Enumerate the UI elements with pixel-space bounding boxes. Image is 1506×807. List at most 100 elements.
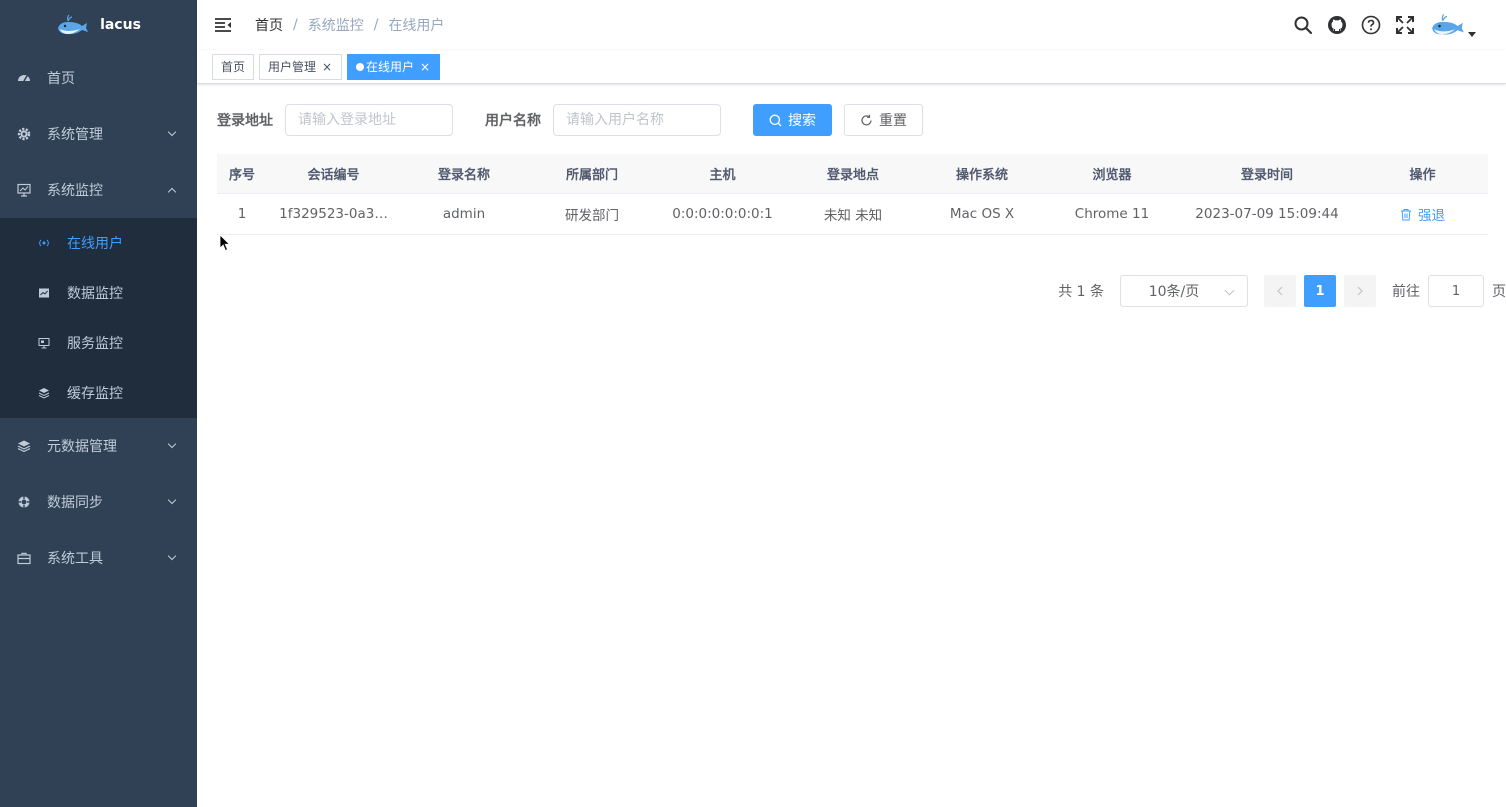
chevron-down-icon <box>167 551 177 561</box>
next-page-button[interactable] <box>1344 275 1376 307</box>
delete-icon <box>1401 208 1411 220</box>
column-header: 会话编号 <box>307 168 360 183</box>
cell-session-id: 1f329523-0a3… <box>279 206 388 222</box>
search-button[interactable]: 搜索 <box>753 104 832 136</box>
monitor-submenu: 在线用户 数据监控 服务监控 缓存监控 <box>0 218 197 418</box>
sidebar-subitem-label: 缓存监控 <box>67 386 123 402</box>
column-header: 操作系统 <box>955 168 1008 183</box>
sidebar-subitem-label: 服务监控 <box>67 336 123 352</box>
tags-view: 首页 用户管理 × 在线用户 × <box>197 50 1506 84</box>
cell-index: 1 <box>237 206 247 222</box>
layers-icon <box>17 439 31 453</box>
force-logout-button[interactable]: 强退 <box>1400 204 1445 224</box>
page-unit-label: 页 <box>1492 284 1506 300</box>
reset-button-label: 重置 <box>879 113 907 129</box>
breadcrumb-current: 在线用户 <box>388 18 445 34</box>
close-icon[interactable]: × <box>321 60 333 74</box>
column-header: 登录地点 <box>826 168 879 183</box>
breadcrumb-separator: / <box>373 17 379 33</box>
chevron-down-icon <box>167 439 177 449</box>
whale-avatar-icon <box>1432 13 1464 35</box>
force-logout-label: 强退 <box>1418 208 1445 224</box>
column-header: 所属部门 <box>565 168 618 183</box>
column-header: 主机 <box>709 168 736 183</box>
prev-page-button[interactable] <box>1264 275 1296 307</box>
cell-dept: 研发部门 <box>565 208 619 224</box>
pagination-total: 共 1 条 <box>1058 284 1104 300</box>
breadcrumb-separator: / <box>293 17 298 33</box>
sync-icon <box>17 495 31 509</box>
ipaddr-input[interactable] <box>285 104 453 136</box>
table-header: 序号 会话编号 登录名称 所属部门 主机 登录地点 操作系统 浏览器 登录时间 … <box>217 154 1488 194</box>
chevron-down-icon <box>1224 285 1235 296</box>
right-menu <box>1286 0 1476 50</box>
tag-online-users[interactable]: 在线用户 × <box>347 53 441 80</box>
chevron-up-icon <box>167 187 177 197</box>
dashboard-icon <box>17 71 31 85</box>
cell-os: Mac OS X <box>949 206 1015 222</box>
sidebar: lacus 首页 系统管理 系统监控 在线用户 数据监控 服务监控 缓存监控 元… <box>0 0 197 807</box>
search-button-label: 搜索 <box>788 113 816 129</box>
close-icon[interactable]: × <box>419 60 431 74</box>
sidebar-item-data-monitor[interactable]: 数据监控 <box>0 268 197 318</box>
sidebar-item-online-users[interactable]: 在线用户 <box>0 218 197 268</box>
sidebar-item-server-monitor[interactable]: 服务监控 <box>0 318 197 368</box>
help-icon[interactable] <box>1354 8 1388 42</box>
sidebar-item-label: 数据同步 <box>47 495 103 511</box>
sidebar-item-datasync[interactable]: 数据同步 <box>0 474 197 530</box>
chevron-down-icon <box>167 495 177 505</box>
toolbox-icon <box>17 551 31 565</box>
data-monitor-icon <box>38 287 50 299</box>
sidebar-subitem-label: 数据监控 <box>67 286 123 302</box>
gear-icon <box>17 127 31 141</box>
refresh-icon <box>861 114 872 125</box>
goto-label: 前往 <box>1392 284 1420 300</box>
sidebar-item-home[interactable]: 首页 <box>0 50 197 106</box>
username-input[interactable] <box>553 104 721 136</box>
pagination: 共 1 条 10条/页 1 前往 1 页 <box>1058 275 1506 307</box>
page-number-current[interactable]: 1 <box>1304 275 1336 307</box>
breadcrumb-home[interactable]: 首页 <box>255 15 283 35</box>
username-label: 用户名称 <box>485 113 541 129</box>
cache-icon <box>38 387 50 399</box>
table-row: 1 1f329523-0a3… admin 研发部门 0:0:0:0:0:0:0… <box>217 194 1488 235</box>
breadcrumb: 首页 / 系统监控 / 在线用户 <box>255 15 444 35</box>
page-size-value: 10条/页 <box>1148 284 1200 300</box>
search-form: 登录地址 用户名称 搜索 重置 <box>217 104 1486 136</box>
cell-location: 未知 未知 <box>823 208 883 224</box>
sidebar-item-tools[interactable]: 系统工具 <box>0 530 197 586</box>
chevron-left-icon <box>1277 286 1283 296</box>
sidebar-item-cache-monitor[interactable]: 缓存监控 <box>0 368 197 418</box>
goto-page-input[interactable]: 1 <box>1428 275 1484 307</box>
sidebar-item-system[interactable]: 系统管理 <box>0 106 197 162</box>
hamburger-icon[interactable] <box>213 15 233 35</box>
sidebar-subitem-label: 在线用户 <box>67 236 123 252</box>
sidebar-item-metadata[interactable]: 元数据管理 <box>0 418 197 474</box>
whale-logo-icon <box>58 14 89 35</box>
tag-user-management[interactable]: 用户管理 × <box>259 53 343 80</box>
app-name: lacus <box>100 17 141 33</box>
github-icon[interactable] <box>1320 8 1354 42</box>
fullscreen-icon[interactable] <box>1388 8 1422 42</box>
column-header: 登录时间 <box>1240 168 1293 183</box>
avatar[interactable] <box>1430 5 1476 45</box>
cell-browser: Chrome 11 <box>1074 206 1150 222</box>
mouse-cursor-icon <box>219 234 231 252</box>
sidebar-item-monitor[interactable]: 系统监控 <box>0 162 197 218</box>
logo[interactable]: lacus <box>0 0 197 50</box>
tag-label: 首页 <box>221 60 246 74</box>
sidebar-item-label: 系统监控 <box>47 183 103 199</box>
ipaddr-label: 登录地址 <box>217 113 273 129</box>
breadcrumb-monitor: 系统监控 <box>307 18 364 34</box>
page-size-select[interactable]: 10条/页 <box>1120 275 1248 307</box>
column-header: 操作 <box>1409 168 1436 183</box>
chevron-down-icon <box>167 127 177 137</box>
main-content: 登录地址 用户名称 搜索 重置 序号 会话编号 登录名称 所属部门 主机 登录地… <box>197 84 1506 807</box>
reset-button[interactable]: 重置 <box>844 104 923 136</box>
search-icon[interactable] <box>1286 8 1320 42</box>
search-icon <box>769 114 782 126</box>
column-header: 序号 <box>228 168 255 183</box>
online-users-table: 序号 会话编号 登录名称 所属部门 主机 登录地点 操作系统 浏览器 登录时间 … <box>217 154 1488 235</box>
tag-home[interactable]: 首页 <box>212 53 255 80</box>
column-header: 登录名称 <box>437 168 490 183</box>
